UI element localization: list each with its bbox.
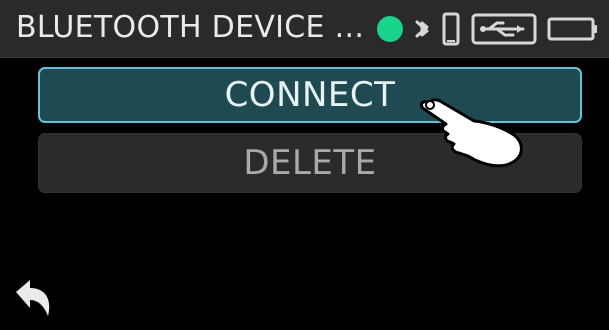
connection-status-icon bbox=[377, 16, 403, 42]
status-icons bbox=[377, 9, 599, 49]
delete-button-label: DELETE bbox=[243, 143, 377, 183]
back-button[interactable] bbox=[6, 272, 66, 326]
page-title: BLUETOOTH DEVICE ... bbox=[16, 10, 365, 45]
back-arrow-icon bbox=[16, 280, 50, 316]
status-bar: BLUETOOTH DEVICE ... bbox=[0, 0, 609, 58]
delete-button[interactable]: DELETE bbox=[38, 133, 582, 193]
connect-button[interactable]: CONNECT bbox=[38, 67, 582, 123]
phone-icon bbox=[441, 12, 461, 46]
usb-icon bbox=[471, 12, 537, 46]
battery-icon bbox=[547, 14, 599, 44]
bluetooth-icon bbox=[413, 13, 431, 45]
connect-button-label: CONNECT bbox=[224, 75, 396, 115]
bluetooth-device-screen: BLUETOOTH DEVICE ... CONNECT DELETE bbox=[0, 0, 609, 326]
